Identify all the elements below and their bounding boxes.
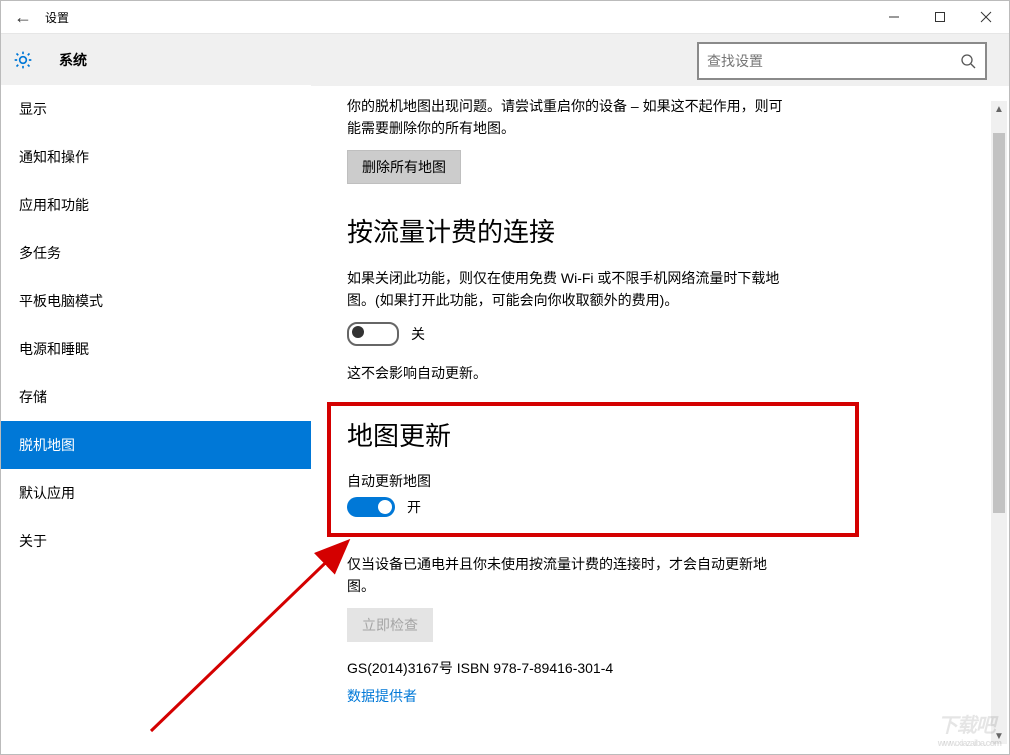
watermark-text: 下载吧 [938, 715, 995, 737]
sidebar-item-display[interactable]: 显示 [1, 85, 311, 133]
settings-window: ← 设置 系统 显示 [0, 0, 1010, 755]
page-title: 系统 [59, 50, 87, 70]
window-title: 设置 [45, 9, 69, 26]
window-controls [871, 1, 1009, 33]
sidebar-item-label: 关于 [19, 533, 47, 549]
maximize-button[interactable] [917, 1, 963, 33]
sidebar-item-label: 脱机地图 [19, 437, 75, 453]
sidebar-item-label: 显示 [19, 101, 47, 117]
close-button[interactable] [963, 1, 1009, 33]
sidebar-item-label: 多任务 [19, 245, 61, 261]
maximize-icon [934, 11, 946, 23]
sidebar-item-about[interactable]: 关于 [1, 517, 311, 565]
auto-update-toggle-state: 开 [407, 497, 421, 517]
sidebar-item-apps[interactable]: 应用和功能 [1, 181, 311, 229]
sidebar-item-notifications[interactable]: 通知和操作 [1, 133, 311, 181]
minimize-icon [888, 11, 900, 23]
search-box[interactable] [697, 42, 987, 80]
sidebar: 显示 通知和操作 应用和功能 多任务 平板电脑模式 电源和睡眠 存储 脱机地图 … [1, 85, 311, 754]
scrollbar[interactable]: ▲ ▼ [991, 101, 1007, 744]
data-provider-link[interactable]: 数据提供者 [347, 686, 417, 706]
metered-desc: 如果关闭此功能，则仅在使用免费 Wi-Fi 或不限手机网络流量时下载地图。(如果… [347, 267, 787, 312]
content: 你的脱机地图出现问题。请尝试重启你的设备 – 如果这不起作用，则可能需要删除你的… [311, 85, 1009, 754]
metered-toggle-row: 关 [347, 322, 979, 346]
scrollbar-thumb[interactable] [993, 133, 1005, 513]
map-updates-highlight: 地图更新 自动更新地图 开 [327, 402, 859, 537]
update-heading: 地图更新 [347, 416, 839, 453]
delete-all-maps-button[interactable]: 删除所有地图 [347, 150, 461, 184]
metered-toggle-state: 关 [411, 324, 425, 344]
toggle-knob [352, 326, 364, 338]
sidebar-item-multitasking[interactable]: 多任务 [1, 229, 311, 277]
search-input[interactable] [699, 53, 951, 69]
arrow-left-icon: ← [14, 7, 32, 28]
sidebar-item-label: 应用和功能 [19, 197, 89, 213]
scroll-up-icon[interactable]: ▲ [991, 101, 1007, 117]
sidebar-item-tablet-mode[interactable]: 平板电脑模式 [1, 277, 311, 325]
sidebar-item-power-sleep[interactable]: 电源和睡眠 [1, 325, 311, 373]
check-now-button: 立即检查 [347, 608, 433, 642]
header: 系统 [1, 33, 1009, 86]
auto-update-toggle[interactable] [347, 497, 395, 517]
watermark: 下载吧 www.xiazaiba.com [938, 709, 1001, 748]
metered-note: 这不会影响自动更新。 [347, 362, 787, 384]
update-note: 仅当设备已通电并且你未使用按流量计费的连接时，才会自动更新地图。 [347, 553, 787, 598]
offline-problem-text: 你的脱机地图出现问题。请尝试重启你的设备 – 如果这不起作用，则可能需要删除你的… [347, 95, 787, 140]
titlebar: ← 设置 [1, 1, 1009, 33]
body: 显示 通知和操作 应用和功能 多任务 平板电脑模式 电源和睡眠 存储 脱机地图 … [1, 85, 1009, 754]
sidebar-item-label: 电源和睡眠 [19, 341, 89, 357]
sidebar-item-label: 默认应用 [19, 485, 75, 501]
gear-icon[interactable] [1, 50, 45, 70]
toggle-knob [378, 500, 392, 514]
close-icon [980, 11, 992, 23]
metered-heading: 按流量计费的连接 [347, 212, 979, 249]
sidebar-item-default-apps[interactable]: 默认应用 [1, 469, 311, 517]
legal-text: GS(2014)3167号 ISBN 978-7-89416-301-4 [347, 658, 979, 678]
sidebar-item-label: 通知和操作 [19, 149, 89, 165]
auto-update-toggle-row: 开 [347, 497, 839, 517]
minimize-button[interactable] [871, 1, 917, 33]
back-button[interactable]: ← [1, 1, 45, 33]
sidebar-item-offline-maps[interactable]: 脱机地图 [1, 421, 311, 469]
watermark-url: www.xiazaiba.com [938, 738, 1001, 748]
search-icon[interactable] [951, 53, 985, 69]
sidebar-item-storage[interactable]: 存储 [1, 373, 311, 421]
sidebar-item-label: 平板电脑模式 [19, 293, 103, 309]
sidebar-item-label: 存储 [19, 389, 47, 405]
auto-update-label: 自动更新地图 [347, 471, 839, 491]
metered-toggle[interactable] [347, 322, 399, 346]
